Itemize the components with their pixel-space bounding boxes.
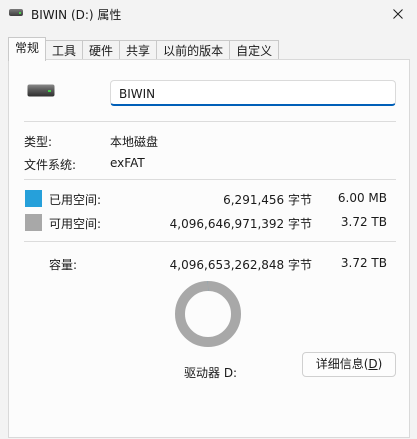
tab-tools[interactable]: 工具 — [45, 40, 84, 61]
used-space-size: 6.00 MB — [337, 191, 387, 205]
disk-details-button[interactable]: 详细信息(D) — [302, 352, 396, 377]
general-panel: 类型: 本地磁盘 文件系统: exFAT 已用空间: 6,291,456 字节 … — [8, 59, 410, 438]
details-button-accesskey: D — [368, 357, 378, 371]
drive-letter-label: 驱动器 D: — [184, 366, 238, 380]
properties-window: BIWIN (D:) 属性 常规 工具 硬件 共享 以前的版本 自定义 BIWI… — [0, 0, 417, 439]
file-system-label: 文件系统: — [24, 158, 77, 172]
used-space-bytes: 6,291,456 字节 — [223, 193, 312, 207]
free-space-size: 3.72 TB — [340, 215, 387, 229]
capacity-bytes: 4,096,653,262,848 字节 — [169, 258, 312, 272]
file-system-value: exFAT — [110, 156, 145, 170]
tab-customize[interactable]: 自定义 — [229, 40, 280, 61]
drive-icon — [9, 9, 23, 16]
used-space-label: 已用空间: — [49, 193, 102, 207]
type-value: 本地磁盘 — [110, 135, 159, 149]
details-button-suffix: ) — [377, 357, 383, 371]
close-icon — [393, 9, 403, 19]
tab-hardware[interactable]: 硬件 — [82, 40, 121, 61]
divider — [24, 121, 396, 122]
free-space-ring — [175, 281, 241, 347]
capacity-label: 容量: — [49, 258, 78, 272]
used-space-swatch — [25, 190, 42, 207]
drive-name-input[interactable] — [110, 80, 396, 106]
tab-previous-versions[interactable]: 以前的版本 — [156, 40, 231, 61]
drive-icon — [27, 84, 55, 97]
details-button-prefix: 详细信息( — [315, 357, 369, 371]
divider — [24, 179, 396, 180]
title-bar: BIWIN (D:) 属性 — [0, 0, 417, 31]
tab-strip: 常规 工具 硬件 共享 以前的版本 自定义 — [8, 37, 280, 61]
free-space-swatch — [25, 214, 42, 231]
free-space-bytes: 4,096,646,971,392 字节 — [169, 217, 312, 231]
tab-general[interactable]: 常规 — [8, 37, 47, 61]
capacity-size: 3.72 TB — [340, 256, 387, 270]
window-title: BIWIN (D:) 属性 — [31, 8, 122, 22]
type-label: 类型: — [24, 135, 53, 149]
divider — [24, 241, 396, 242]
free-space-label: 可用空间: — [49, 217, 102, 231]
close-button[interactable] — [385, 2, 411, 26]
disk-usage-chart — [175, 281, 241, 347]
tab-sharing[interactable]: 共享 — [119, 40, 158, 61]
